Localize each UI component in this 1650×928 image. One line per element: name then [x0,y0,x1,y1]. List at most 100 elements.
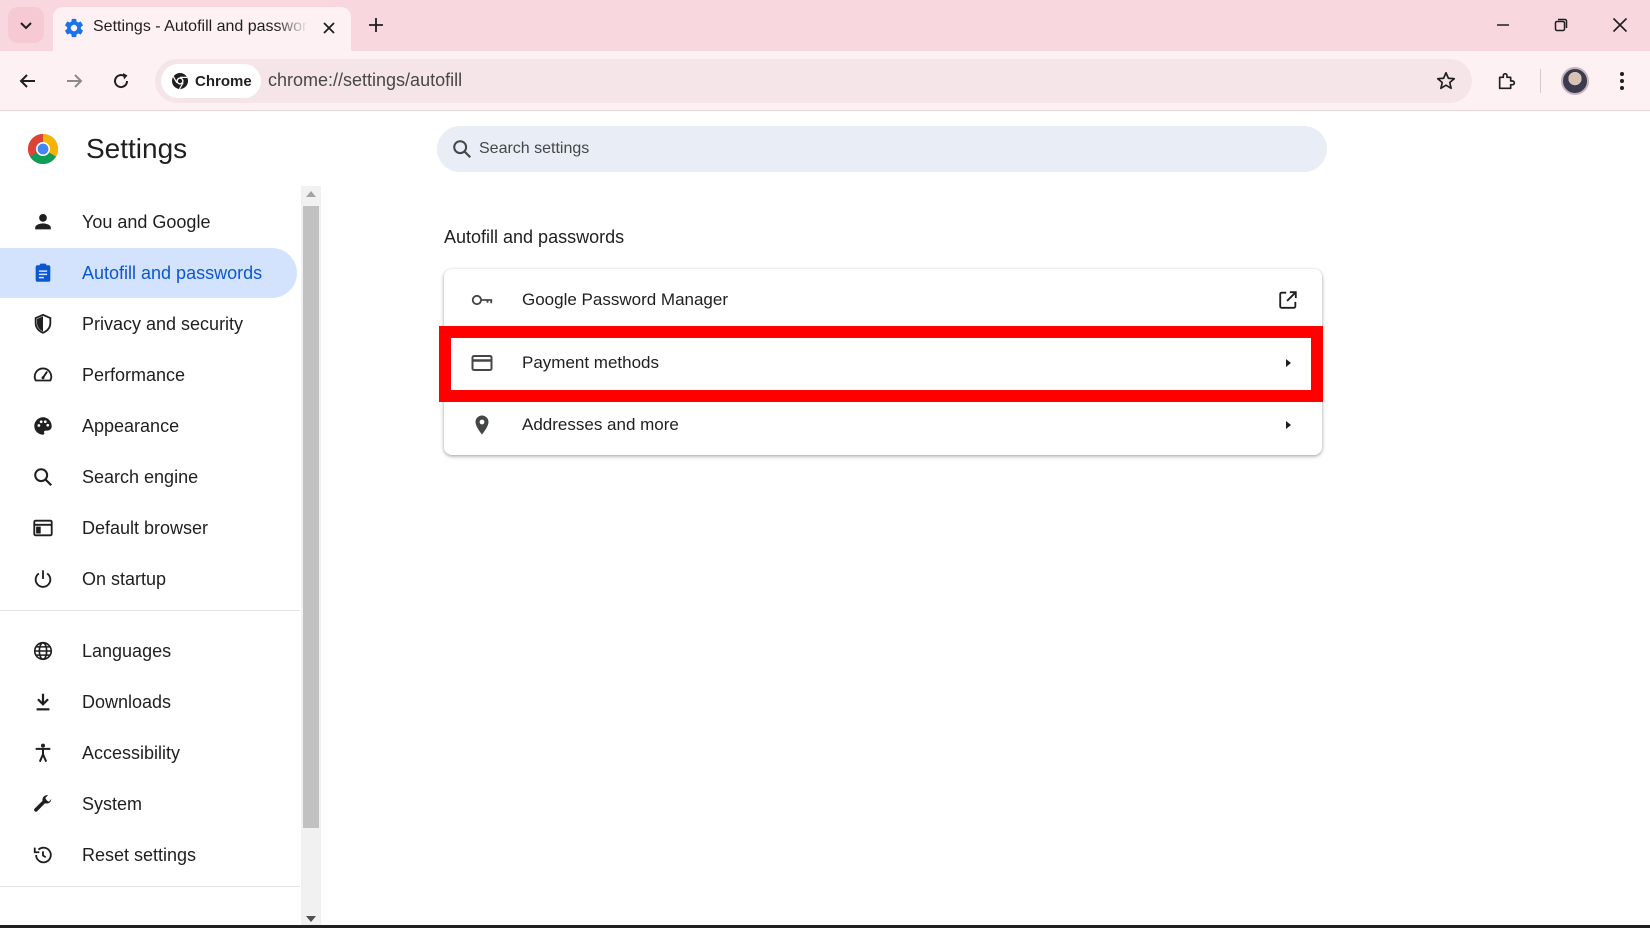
sidebar-item-label: Appearance [82,416,180,436]
sidebar-item-system[interactable]: System [0,779,297,829]
toolbar-divider [1540,69,1541,93]
back-button[interactable] [11,64,45,98]
star-icon [1436,71,1456,90]
history-icon [31,843,55,867]
forward-button[interactable] [57,64,91,98]
row-label: Payment methods [522,353,660,372]
close-window-button[interactable] [1600,8,1640,42]
shield-icon [31,312,55,336]
browser-toolbar: Chrome chrome://settings/autofill [0,51,1650,111]
tab-strip: Settings - Autofill and passwords [0,0,1650,51]
address-bar[interactable]: Chrome chrome://settings/autofill [155,59,1472,103]
sidebar-item-accessibility[interactable]: Accessibility [0,728,297,778]
chrome-logo-icon [27,134,59,165]
scroll-down-arrow-icon[interactable] [306,916,316,922]
tab-settings[interactable]: Settings - Autofill and passwords [53,7,351,51]
sidebar-item-label: Performance [82,365,186,385]
scrollbar-thumb[interactable] [303,206,319,828]
sidebar-divider [0,610,300,611]
sidebar-item-downloads[interactable]: Downloads [0,677,297,727]
tab-close-button[interactable] [317,16,341,40]
bookmark-star-button[interactable] [1434,69,1458,93]
person-icon [31,210,55,234]
download-icon [31,690,55,714]
scroll-up-arrow-icon[interactable] [306,191,316,197]
search-settings-box[interactable] [437,126,1327,172]
search-input[interactable] [479,126,1299,172]
sidebar-item-label: Default browser [82,518,209,538]
reload-button[interactable] [104,64,138,98]
addresses-and-more-row[interactable]: Addresses and more [444,393,1322,455]
open-external-icon[interactable] [1276,288,1300,312]
sidebar-item-label: Languages [82,641,172,661]
restore-button[interactable] [1541,8,1581,42]
sidebar-divider [0,886,300,887]
row-label: Addresses and more [522,415,679,434]
page-title: Settings [86,133,188,164]
reload-icon [114,73,129,89]
tab-search-button[interactable] [8,7,44,43]
sidebar-item-languages[interactable]: Languages [0,626,297,676]
extensions-button[interactable] [1490,64,1524,98]
new-tab-button[interactable] [362,11,390,39]
sidebar-item-autofill-and-passwords[interactable]: Autofill and passwords [0,248,297,298]
sidebar-item-on-startup[interactable]: On startup [0,554,297,604]
globe-icon [31,639,55,663]
site-info-chip[interactable]: Chrome [161,64,261,98]
more-vert-icon [1620,72,1624,90]
minimize-button[interactable] [1483,8,1523,42]
restore-icon [1554,18,1568,32]
sidebar-item-label: System [82,794,143,814]
clipboard-icon [31,261,55,285]
sidebar-item-label: Autofill and passwords [82,263,263,283]
palette-icon [31,414,55,438]
sidebar-item-label: Privacy and security [82,314,244,334]
sidebar-item-privacy-and-security[interactable]: Privacy and security [0,299,297,349]
google-password-manager-row[interactable]: Google Password Manager [444,269,1322,331]
autofill-card: Google Password Manager Payment methods … [444,269,1322,455]
sidebar-scrollbar[interactable] [301,186,321,928]
settings-sidebar: You and Google Autofill and passwords Pr… [0,186,300,928]
search-icon [453,140,472,159]
chrome-menu-button[interactable] [1605,64,1639,98]
puzzle-icon [1498,72,1516,90]
tab-title: Settings - Autofill and passwords [93,18,308,35]
close-icon [1612,17,1628,33]
speedometer-icon [31,363,55,387]
close-icon [323,22,335,34]
chrome-logo-icon [172,73,188,90]
accessibility-icon [31,741,55,765]
sidebar-item-appearance[interactable]: Appearance [0,401,297,451]
avatar [1561,67,1589,95]
url-text[interactable]: chrome://settings/autofill [268,70,462,91]
credit-card-icon [470,351,494,375]
section-title: Autofill and passwords [444,227,625,247]
minimize-icon [1497,24,1509,26]
sidebar-item-label: Reset settings [82,845,197,865]
sidebar-item-search-engine[interactable]: Search engine [0,452,297,502]
arrow-right-icon [67,74,83,88]
power-icon [31,567,55,591]
sidebar-item-label: Accessibility [82,743,181,763]
gear-icon [65,18,83,38]
sidebar-item-reset-settings[interactable]: Reset settings [0,830,297,880]
search-icon [31,465,55,489]
sidebar-item-label: On startup [82,569,167,589]
chevron-down-icon [20,22,32,30]
sidebar-item-performance[interactable]: Performance [0,350,297,400]
location-pin-icon [470,413,494,437]
profile-button[interactable] [1558,64,1592,98]
key-icon [470,288,494,312]
sidebar-item-default-browser[interactable]: Default browser [0,503,297,553]
browser-window-icon [31,516,55,540]
payment-methods-row[interactable]: Payment methods [444,331,1322,393]
row-label: Google Password Manager [522,290,729,309]
arrow-left-icon [19,74,35,88]
sidebar-item-label: Search engine [82,467,199,487]
arrow-right-icon [1276,351,1300,375]
sidebar-item-you-and-google[interactable]: You and Google [0,197,297,247]
arrow-right-icon [1276,413,1300,437]
wrench-icon [31,792,55,816]
plus-icon [369,18,383,32]
site-chip-label: Chrome [195,72,252,90]
